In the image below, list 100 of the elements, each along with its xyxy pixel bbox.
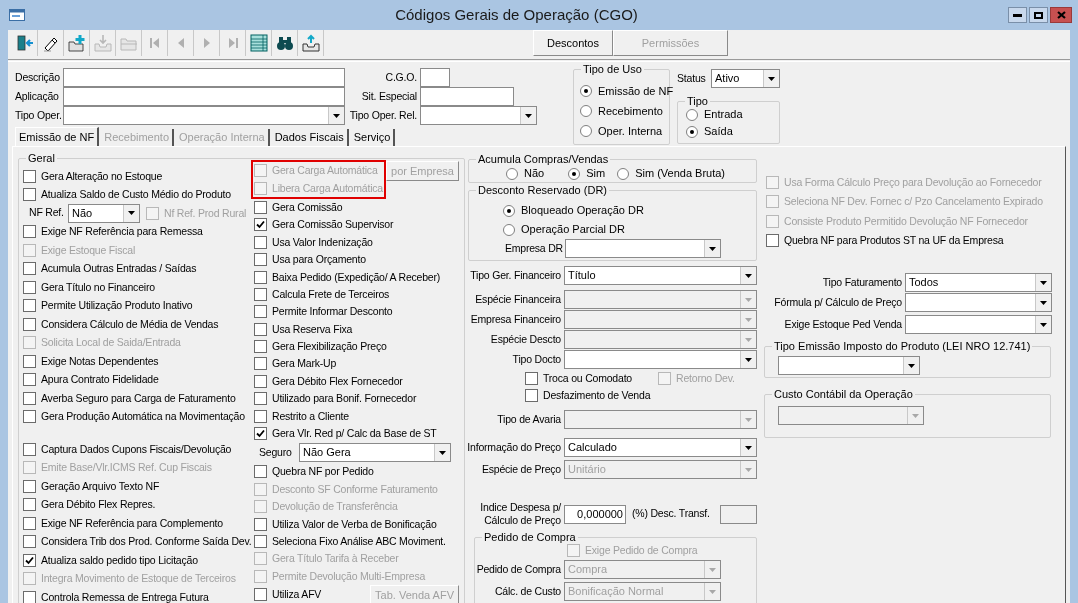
- checkbox[interactable]: [23, 553, 36, 567]
- checkbox[interactable]: [254, 374, 267, 388]
- checkbox[interactable]: [254, 305, 267, 319]
- checkbox[interactable]: [23, 317, 36, 331]
- checkbox[interactable]: [525, 389, 538, 402]
- text-field[interactable]: [420, 68, 450, 87]
- checkbox[interactable]: [254, 270, 267, 284]
- caret-icon: [709, 246, 716, 251]
- field-label: NF Ref.: [29, 205, 65, 221]
- tab[interactable]: Dados Fiscais: [271, 129, 349, 146]
- number-field[interactable]: 0,000000: [564, 504, 626, 524]
- checkbox-label: Nf Ref. Prod Rural: [164, 206, 247, 220]
- field-label: Empresa DR: [503, 240, 564, 256]
- checkbox[interactable]: [254, 535, 267, 548]
- checkbox-label: Permite Devolução Multi-Empresa: [272, 569, 426, 583]
- checkbox[interactable]: [254, 427, 267, 441]
- checkbox[interactable]: [525, 372, 538, 385]
- radio-button[interactable]: [617, 167, 630, 180]
- checkbox[interactable]: [23, 516, 36, 530]
- check-icon: [256, 429, 265, 439]
- checkbox[interactable]: [254, 322, 267, 336]
- window-icon: [9, 9, 25, 21]
- checkbox[interactable]: [23, 498, 36, 512]
- checkbox[interactable]: [23, 188, 36, 202]
- radio-button[interactable]: [506, 167, 518, 180]
- checkbox-label: Integra Movimento de Estoque de Terceiros: [41, 572, 236, 586]
- checkbox[interactable]: [254, 218, 267, 232]
- checkbox[interactable]: [23, 479, 36, 493]
- dropdown[interactable]: [565, 239, 721, 258]
- checkbox[interactable]: [254, 200, 267, 214]
- radio-button[interactable]: [568, 167, 581, 180]
- push-button[interactable]: Descontos: [533, 30, 613, 56]
- radio-button[interactable]: [686, 125, 698, 138]
- checkbox[interactable]: [254, 465, 267, 479]
- checkbox[interactable]: [23, 535, 36, 549]
- checkbox[interactable]: [254, 588, 267, 602]
- checkbox[interactable]: [254, 409, 267, 423]
- checkbox[interactable]: [766, 234, 779, 248]
- dropdown[interactable]: [564, 350, 757, 369]
- checkbox-label: Gera Produção Automática na Movimentação: [41, 410, 245, 424]
- radio-button[interactable]: [580, 125, 592, 137]
- checkbox[interactable]: [254, 340, 267, 354]
- text-field[interactable]: [63, 68, 345, 87]
- radio-label: Não: [524, 167, 545, 180]
- checkbox[interactable]: [23, 391, 36, 405]
- checkbox[interactable]: [254, 253, 267, 267]
- checkbox[interactable]: [23, 442, 36, 456]
- checkbox-label: Gera Título no Financeiro: [41, 280, 155, 294]
- checkbox[interactable]: [23, 590, 36, 603]
- field-label: Espécie de Preço: [480, 461, 562, 477]
- dropdown[interactable]: [778, 356, 920, 376]
- checkbox[interactable]: [23, 299, 36, 313]
- dropdown[interactable]: Título: [564, 266, 757, 285]
- checkbox[interactable]: [23, 280, 36, 294]
- radio-button[interactable]: [580, 105, 592, 117]
- checkbox-label: Gera Título Tarifa à Receber: [272, 552, 399, 566]
- maximize-button[interactable]: [1029, 7, 1048, 23]
- field-label: C.G.O.: [384, 69, 418, 85]
- checkbox-label: Gera Comissão Supervisor: [272, 218, 394, 232]
- text-field[interactable]: [420, 87, 514, 106]
- dropdown[interactable]: Calculado: [564, 438, 757, 457]
- dropdown[interactable]: Não Gera: [299, 443, 451, 463]
- checkbox-label: Devolução de Transferência: [272, 500, 398, 514]
- checkbox[interactable]: [254, 517, 267, 531]
- checkbox[interactable]: [254, 392, 267, 406]
- radio-label: Oper. Interna: [598, 124, 663, 138]
- group-title: Acumula Compras/Vendas: [476, 152, 611, 166]
- checkbox[interactable]: [23, 262, 36, 276]
- checkbox-label: Atualiza saldo pedido tipo Licitação: [41, 553, 198, 567]
- dropdown[interactable]: [63, 106, 345, 125]
- checkbox-label: Apura Contrato Fidelidade: [41, 373, 159, 387]
- dropdown[interactable]: Não: [68, 203, 140, 223]
- close-button[interactable]: [1050, 7, 1072, 23]
- checkbox[interactable]: [23, 225, 36, 239]
- tray-arrow-icon: [93, 34, 112, 52]
- text-field[interactable]: [63, 87, 345, 106]
- checkbox[interactable]: [23, 373, 36, 387]
- dropdown[interactable]: [420, 106, 537, 125]
- checkbox[interactable]: [23, 169, 36, 183]
- caret-icon: [745, 467, 752, 472]
- radio-button[interactable]: [503, 223, 515, 236]
- checkbox[interactable]: [23, 410, 36, 424]
- dropdown[interactable]: Todos: [905, 273, 1052, 293]
- checkbox[interactable]: [254, 357, 267, 371]
- dropdown[interactable]: Ativo: [711, 69, 780, 88]
- field-label: Descrição: [15, 69, 61, 85]
- dropdown[interactable]: [905, 293, 1052, 313]
- radio-button[interactable]: [503, 204, 515, 217]
- checkbox[interactable]: [254, 235, 267, 249]
- checkbox-label: Exige Pedido de Compra: [585, 543, 698, 557]
- tab[interactable]: Serviço: [350, 129, 396, 146]
- window-title: Códigos Gerais de Operação (CGO): [394, 4, 639, 25]
- checkbox[interactable]: [23, 354, 36, 368]
- radio-button[interactable]: [686, 108, 698, 121]
- minimize-button[interactable]: [1008, 7, 1027, 23]
- checkbox-label: Seleciona Fixo Análise ABC Moviment.: [272, 535, 446, 548]
- tab[interactable]: Emissão de NF: [15, 127, 100, 146]
- radio-button[interactable]: [580, 85, 592, 97]
- checkbox[interactable]: [254, 287, 267, 301]
- dropdown[interactable]: [905, 315, 1052, 335]
